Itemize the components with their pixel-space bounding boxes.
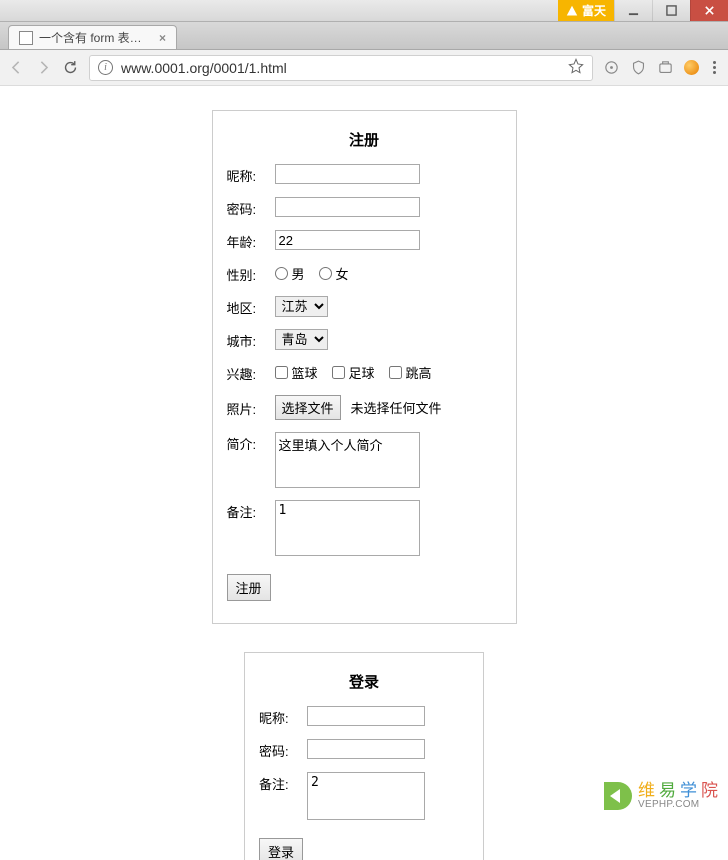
login-nickname-label: 昵称: bbox=[259, 706, 301, 727]
age-label: 年龄: bbox=[227, 230, 269, 251]
reload-button[interactable] bbox=[62, 59, 79, 76]
url-text: www.0001.org/0001/1.html bbox=[121, 60, 560, 76]
hobby-option-3: 跳高 bbox=[406, 363, 432, 382]
url-input[interactable]: i www.0001.org/0001/1.html bbox=[89, 55, 593, 81]
login-password-label: 密码: bbox=[259, 739, 301, 760]
gender-radio-male[interactable] bbox=[275, 267, 288, 280]
user-badge: 富天 bbox=[558, 0, 614, 21]
maximize-button[interactable] bbox=[652, 0, 690, 21]
bookmark-icon[interactable] bbox=[568, 58, 584, 77]
tab-close-icon[interactable]: × bbox=[159, 31, 166, 45]
hobby-option-2: 足球 bbox=[349, 363, 375, 382]
region-select[interactable]: 江苏 bbox=[275, 296, 328, 317]
watermark-logo-icon bbox=[604, 782, 632, 810]
hobby-checkbox-1[interactable] bbox=[275, 366, 288, 379]
file-status-text: 未选择任何文件 bbox=[351, 398, 442, 417]
intro-label: 简介: bbox=[227, 432, 269, 453]
address-bar: i www.0001.org/0001/1.html bbox=[0, 50, 728, 86]
gender-radio-female[interactable] bbox=[319, 267, 332, 280]
remark-label: 备注: bbox=[227, 500, 269, 521]
hobby-checkbox-2[interactable] bbox=[332, 366, 345, 379]
tab-strip: 一个含有 form 表单的登 × bbox=[0, 22, 728, 50]
login-remark-label: 备注: bbox=[259, 772, 301, 793]
password-input[interactable] bbox=[275, 197, 420, 217]
gender-option-female: 女 bbox=[336, 264, 349, 283]
watermark: 维易学院 VEPHP.COM bbox=[604, 782, 722, 810]
region-label: 地区: bbox=[227, 296, 269, 317]
password-label: 密码: bbox=[227, 197, 269, 218]
back-button[interactable] bbox=[8, 59, 25, 76]
titlebar-spacer bbox=[0, 0, 558, 21]
login-password-input[interactable] bbox=[307, 739, 425, 759]
nickname-input[interactable] bbox=[275, 164, 420, 184]
login-remark-textarea[interactable]: 2 bbox=[307, 772, 425, 820]
city-select[interactable]: 青岛 bbox=[275, 329, 328, 350]
city-label: 城市: bbox=[227, 329, 269, 350]
warning-icon bbox=[566, 5, 578, 17]
remark-textarea[interactable]: 1 bbox=[275, 500, 420, 556]
photo-label: 照片: bbox=[227, 397, 269, 418]
gender-label: 性别: bbox=[227, 263, 269, 284]
page-icon bbox=[19, 31, 33, 45]
window-titlebar: 富天 bbox=[0, 0, 728, 22]
hobby-label: 兴趣: bbox=[227, 362, 269, 383]
gender-option-male: 男 bbox=[292, 264, 305, 283]
register-title: 注册 bbox=[227, 129, 502, 150]
user-badge-text: 富天 bbox=[582, 2, 606, 19]
age-input[interactable] bbox=[275, 230, 420, 250]
register-form: 注册 昵称: 密码: 年龄: 性别: 男 女 地区: 江苏 城市: 青岛 兴趣: bbox=[212, 110, 517, 624]
extension-icon-orange[interactable] bbox=[684, 60, 699, 75]
browser-tab[interactable]: 一个含有 form 表单的登 × bbox=[8, 25, 177, 49]
login-submit-button[interactable]: 登录 bbox=[259, 838, 303, 860]
nickname-label: 昵称: bbox=[227, 164, 269, 185]
hobby-option-1: 篮球 bbox=[292, 363, 318, 382]
close-button[interactable] bbox=[690, 0, 728, 21]
login-form: 登录 昵称: 密码: 备注: 2 登录 bbox=[244, 652, 484, 860]
minimize-button[interactable] bbox=[614, 0, 652, 21]
page-viewport[interactable]: 注册 昵称: 密码: 年龄: 性别: 男 女 地区: 江苏 城市: 青岛 兴趣: bbox=[0, 86, 728, 860]
watermark-en: VEPHP.COM bbox=[638, 800, 722, 811]
register-submit-button[interactable]: 注册 bbox=[227, 574, 271, 601]
shield-icon[interactable] bbox=[630, 59, 647, 76]
hobby-checkbox-3[interactable] bbox=[389, 366, 402, 379]
tab-title: 一个含有 form 表单的登 bbox=[39, 29, 149, 46]
intro-textarea[interactable]: 这里填入个人简介 bbox=[275, 432, 420, 488]
extension-icon-2[interactable] bbox=[657, 59, 674, 76]
extension-icon-1[interactable] bbox=[603, 59, 620, 76]
site-info-icon[interactable]: i bbox=[98, 60, 113, 75]
login-nickname-input[interactable] bbox=[307, 706, 425, 726]
login-title: 登录 bbox=[259, 671, 469, 692]
forward-button[interactable] bbox=[35, 59, 52, 76]
choose-file-button[interactable]: 选择文件 bbox=[275, 395, 341, 420]
watermark-cn: 维易学院 bbox=[638, 782, 722, 800]
browser-menu-button[interactable] bbox=[709, 61, 720, 74]
